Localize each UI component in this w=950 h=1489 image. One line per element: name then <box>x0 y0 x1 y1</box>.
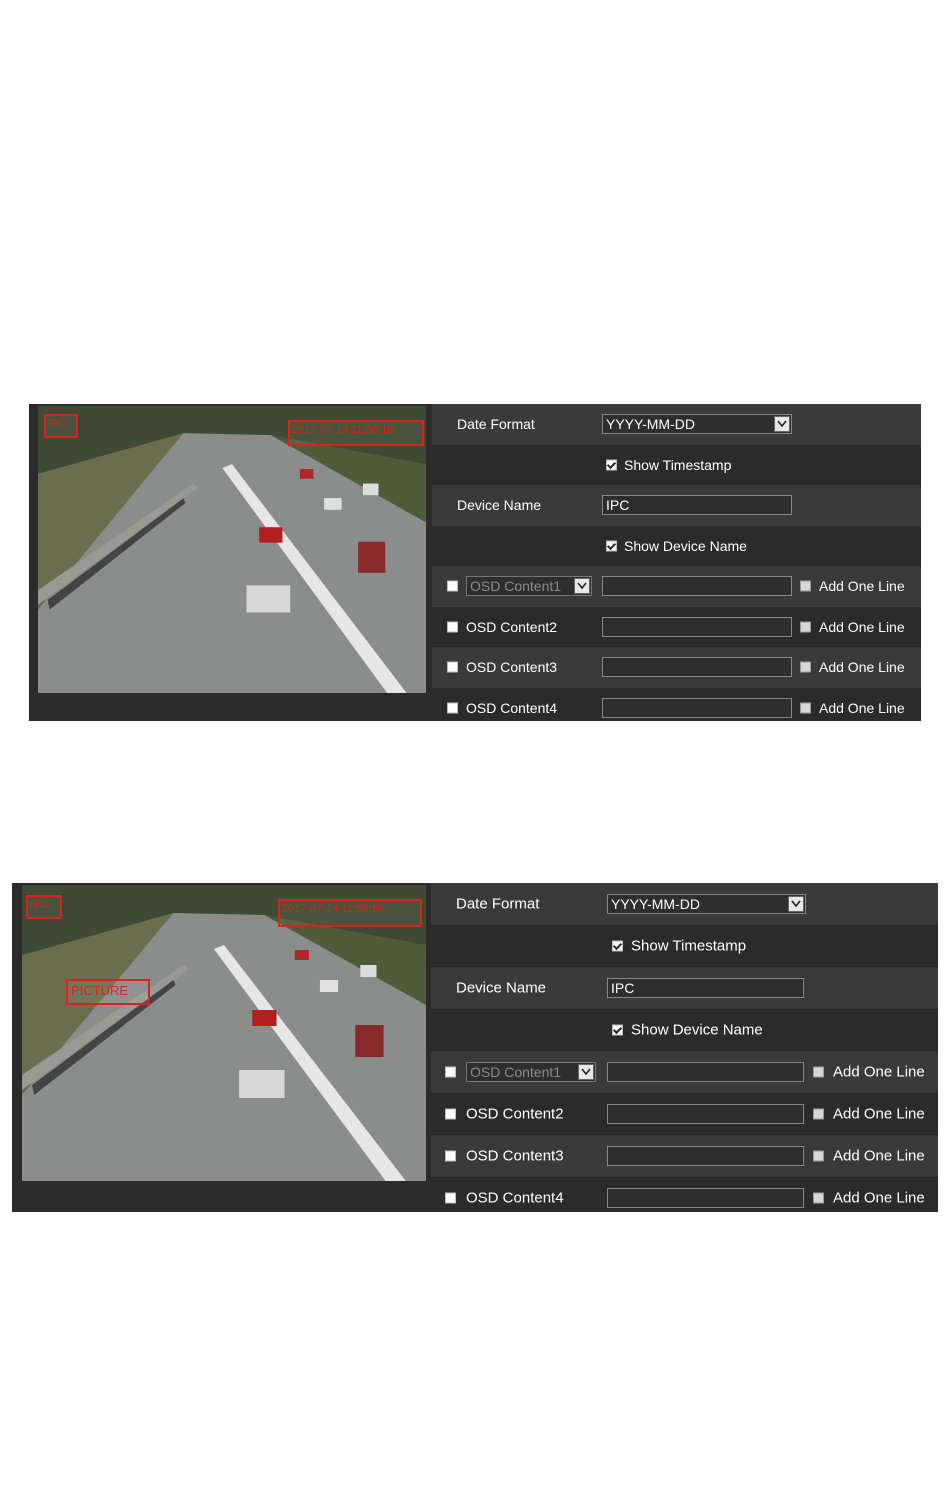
osd-content4-input[interactable] <box>602 697 792 718</box>
row-date-format: Date Format YYYY-MM-DD <box>431 883 938 925</box>
add-one-line-1-label: Add One Line <box>833 1063 925 1081</box>
osd-content2-label: OSD Content2 <box>466 1105 564 1123</box>
add-one-line-2-checkbox[interactable] <box>800 621 811 633</box>
row-show-device-name: Show Device Name <box>431 1009 938 1051</box>
osd-device-name-box[interactable]: IPC <box>44 414 78 438</box>
osd-content1-checkbox[interactable] <box>445 1066 456 1078</box>
add-one-line-4-checkbox[interactable] <box>813 1192 824 1204</box>
show-timestamp-label: Show Timestamp <box>624 456 732 473</box>
osd-content1-input[interactable] <box>602 576 792 597</box>
date-format-value: YYYY-MM-DD <box>606 416 695 433</box>
row-osd-content4: OSD Content4 Add One Line <box>432 688 921 729</box>
row-osd-content1: OSD Content1 Add One Line <box>431 1051 938 1093</box>
osd-content4-checkbox[interactable] <box>445 1192 456 1204</box>
show-timestamp-checkbox[interactable] <box>606 459 617 471</box>
osd-content1-value: OSD Content1 <box>470 578 562 595</box>
row-osd-content1: OSD Content1 Add One Line <box>432 566 921 607</box>
osd-content1-checkbox[interactable] <box>447 580 458 592</box>
osd-content4-input[interactable] <box>607 1188 804 1208</box>
osd-content4-checkbox[interactable] <box>447 702 458 714</box>
osd-timestamp-box[interactable]: 2017-07-14 11:58:18 <box>278 899 422 927</box>
device-name-input[interactable]: IPC <box>602 495 792 516</box>
osd-content1-select[interactable]: OSD Content1 <box>466 1062 596 1082</box>
camera-preview: IPC 2017-07-14 11:58:18 <box>38 406 426 693</box>
osd-content4-label: OSD Content4 <box>466 699 558 716</box>
osd-content3-label: OSD Content3 <box>466 659 558 676</box>
osd-timestamp-box[interactable]: 2017-07-14 11:58:18 <box>288 420 424 446</box>
osd-content3-input[interactable] <box>602 657 792 678</box>
row-osd-content4: OSD Content4 Add One Line <box>431 1177 938 1219</box>
osd-content1-input[interactable] <box>607 1062 804 1082</box>
osd-content1-value: OSD Content1 <box>470 1064 562 1080</box>
osd-settings-panel-1: IPC 2017-07-14 11:58:18 Date Format YYYY… <box>29 404 921 721</box>
row-show-device-name: Show Device Name <box>432 526 921 567</box>
osd-content3-checkbox[interactable] <box>445 1150 456 1162</box>
row-osd-content3: OSD Content3 Add One Line <box>432 647 921 688</box>
chevron-down-icon[interactable] <box>574 578 590 595</box>
row-device-name: Device Name IPC <box>431 967 938 1009</box>
row-show-timestamp: Show Timestamp <box>431 925 938 967</box>
add-one-line-3-checkbox[interactable] <box>813 1150 824 1162</box>
show-timestamp-label: Show Timestamp <box>631 937 747 955</box>
osd-content2-input[interactable] <box>602 616 792 637</box>
device-name-input[interactable]: IPC <box>607 978 804 998</box>
date-format-label: Date Format <box>457 416 535 433</box>
osd-device-name-box[interactable]: IPC <box>26 895 62 919</box>
osd-content3-label: OSD Content3 <box>466 1147 564 1165</box>
date-format-select[interactable]: YYYY-MM-DD <box>607 894 806 914</box>
row-device-name: Device Name IPC <box>432 485 921 526</box>
show-device-name-label: Show Device Name <box>624 537 747 554</box>
chevron-down-icon[interactable] <box>788 896 804 912</box>
highway-scene-image <box>38 406 426 693</box>
date-format-label: Date Format <box>456 895 540 913</box>
chevron-down-icon[interactable] <box>578 1064 594 1080</box>
row-osd-content2: OSD Content2 Add One Line <box>431 1093 938 1135</box>
osd-content3-checkbox[interactable] <box>447 661 458 673</box>
show-device-name-checkbox[interactable] <box>612 1024 623 1036</box>
osd-settings-form: Date Format YYYY-MM-DD Show Timestamp De… <box>432 404 921 728</box>
add-one-line-3-checkbox[interactable] <box>800 661 811 673</box>
osd-settings-panel-2: IPC 2017-07-14 11:58:18 PICTURE Date For… <box>12 883 938 1212</box>
row-osd-content3: OSD Content3 Add One Line <box>431 1135 938 1177</box>
add-one-line-2-label: Add One Line <box>819 618 905 635</box>
osd-content2-label: OSD Content2 <box>466 618 558 635</box>
add-one-line-4-label: Add One Line <box>833 1189 925 1207</box>
highway-scene-image <box>22 885 426 1181</box>
row-show-timestamp: Show Timestamp <box>432 445 921 486</box>
osd-content1-select[interactable]: OSD Content1 <box>466 576 592 597</box>
add-one-line-4-label: Add One Line <box>819 699 905 716</box>
add-one-line-1-label: Add One Line <box>819 578 905 595</box>
osd-content2-input[interactable] <box>607 1104 804 1124</box>
row-date-format: Date Format YYYY-MM-DD <box>432 404 921 445</box>
camera-preview: IPC 2017-07-14 11:58:18 PICTURE <box>22 885 426 1181</box>
osd-content4-label: OSD Content4 <box>466 1189 564 1207</box>
show-device-name-checkbox[interactable] <box>606 540 617 552</box>
device-name-label: Device Name <box>457 497 542 514</box>
add-one-line-1-checkbox[interactable] <box>813 1066 824 1078</box>
osd-content2-checkbox[interactable] <box>447 621 458 633</box>
row-osd-content2: OSD Content2 Add One Line <box>432 607 921 648</box>
show-timestamp-checkbox[interactable] <box>612 940 623 952</box>
chevron-down-icon[interactable] <box>774 416 790 433</box>
show-device-name-label: Show Device Name <box>631 1021 763 1039</box>
date-format-value: YYYY-MM-DD <box>611 896 700 912</box>
device-name-label: Device Name <box>456 979 547 997</box>
add-one-line-3-label: Add One Line <box>819 659 905 676</box>
add-one-line-3-label: Add One Line <box>833 1147 925 1165</box>
osd-content3-input[interactable] <box>607 1146 804 1166</box>
add-one-line-1-checkbox[interactable] <box>800 580 811 592</box>
date-format-select[interactable]: YYYY-MM-DD <box>602 414 792 435</box>
osd-settings-form: Date Format YYYY-MM-DD Show Timestamp De… <box>431 883 938 1219</box>
osd-picture-box[interactable]: PICTURE <box>66 979 150 1005</box>
add-one-line-2-label: Add One Line <box>833 1105 925 1123</box>
osd-content2-checkbox[interactable] <box>445 1108 456 1120</box>
add-one-line-2-checkbox[interactable] <box>813 1108 824 1120</box>
add-one-line-4-checkbox[interactable] <box>800 702 811 714</box>
